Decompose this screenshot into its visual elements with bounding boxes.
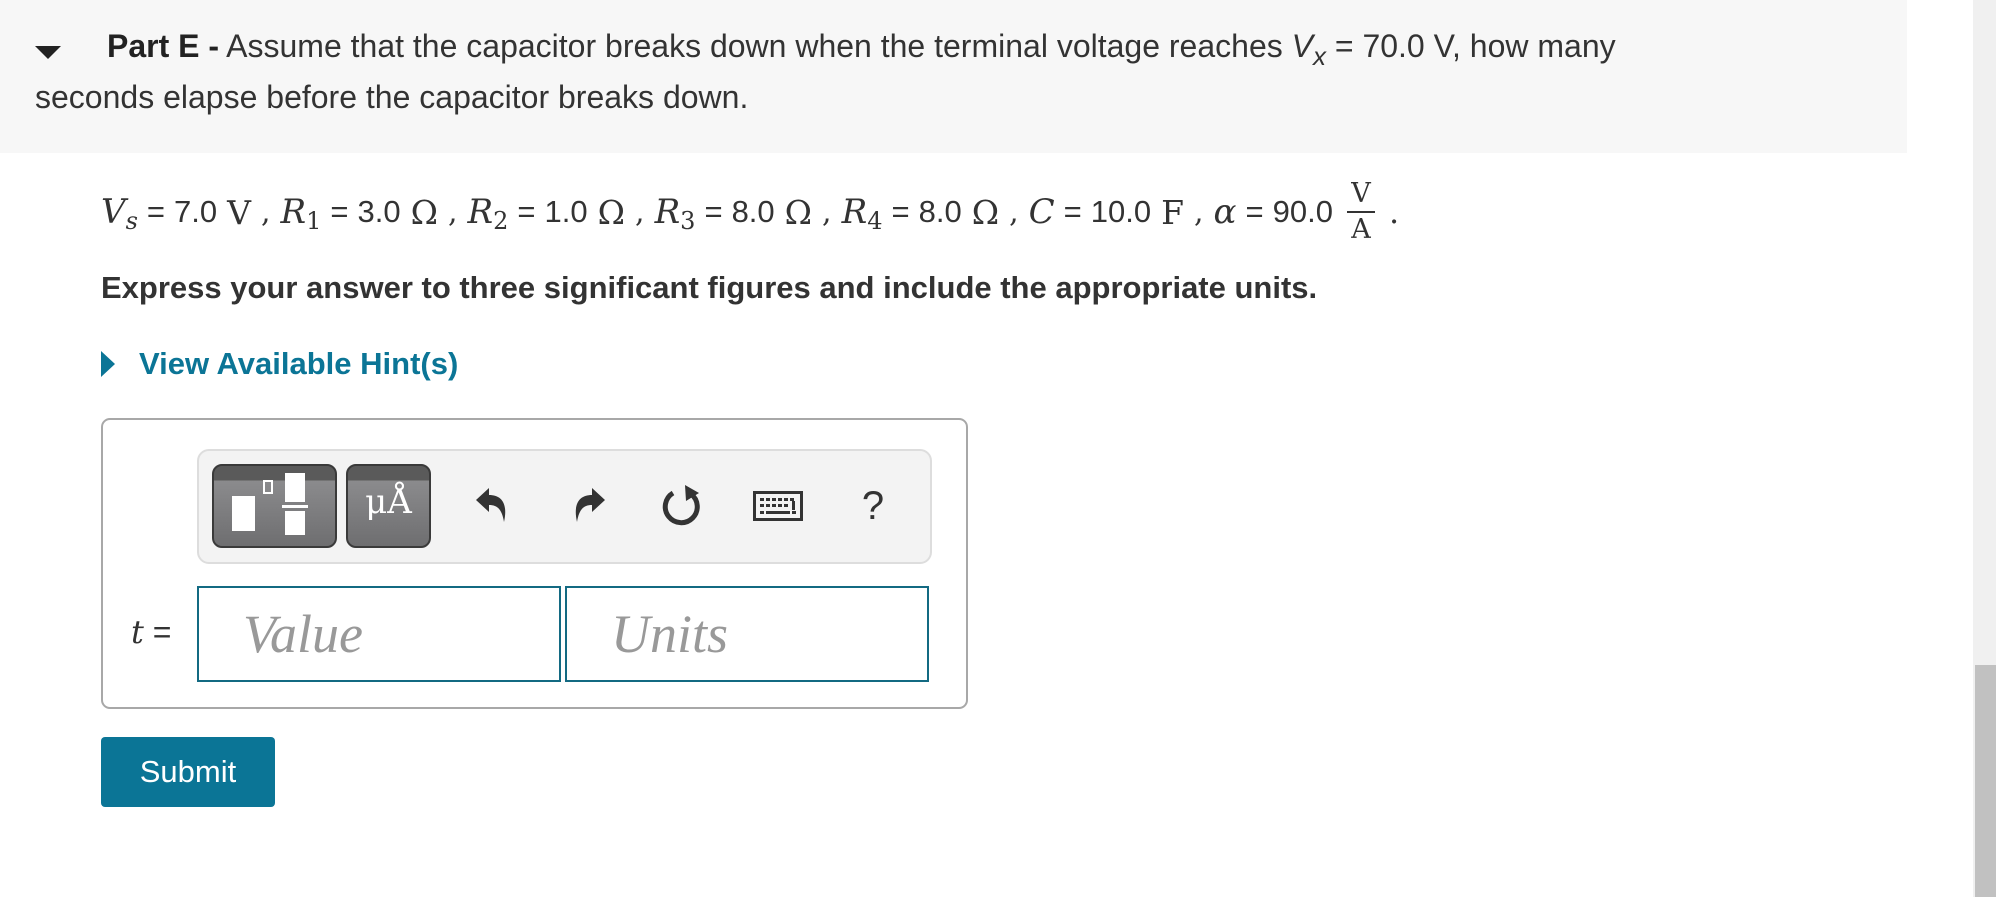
submit-button[interactable]: Submit: [101, 737, 275, 807]
part-label: Part E -: [107, 28, 220, 64]
given-unit: V: [227, 192, 251, 232]
redo-icon: [575, 488, 605, 522]
question-var: V: [1291, 28, 1313, 64]
given-value: 8.0: [731, 194, 775, 229]
instructions: Express your answer to three significant…: [101, 270, 1318, 305]
fraction-bar: [1346, 211, 1375, 213]
answer-equals: =: [152, 614, 172, 650]
template-numerator-icon: [285, 473, 305, 502]
question-text-line-2: seconds elapse before the capacitor brea…: [35, 79, 749, 115]
question-text-b: = 70.0 V, how many: [1325, 28, 1616, 64]
given-separator: ,: [635, 194, 645, 230]
template-base-icon: [232, 496, 255, 531]
value-input[interactable]: [197, 586, 561, 682]
expand-triangle-icon: [101, 351, 115, 377]
given-item: R 4 = 8.0 Ω: [841, 192, 1000, 235]
view-hints-link[interactable]: View Available Hint(s): [101, 346, 458, 382]
given-value: 10.0: [1090, 194, 1152, 229]
given-unit: Ω: [784, 192, 813, 232]
given-equals: =: [1063, 194, 1082, 229]
keyboard-button[interactable]: [753, 481, 803, 531]
question-header: Part E - Assume that the capacitor break…: [0, 0, 1907, 153]
given-value: 8.0: [918, 194, 962, 229]
given-symbol: C: [1028, 192, 1055, 232]
collapse-caret-icon[interactable]: [35, 46, 61, 59]
given-separator: ,: [260, 194, 271, 230]
given-item: C = 10.0 F: [1029, 192, 1184, 232]
help-button[interactable]: ?: [848, 481, 898, 531]
given-item: R 1 = 3.0 Ω: [280, 192, 438, 235]
given-equals: =: [146, 194, 165, 229]
given-item: Vs = 7.0 V: [101, 192, 251, 235]
template-exponent-icon: [263, 480, 273, 494]
given-subscript: 1: [306, 207, 322, 235]
given-unit: Ω: [971, 192, 1000, 232]
given-value: 3.0: [357, 194, 401, 229]
units-glyph: μÅ: [365, 482, 412, 522]
template-denominator-icon: [285, 511, 305, 535]
answer-variable-label: t =: [131, 613, 171, 651]
given-unit: Ω: [410, 192, 438, 232]
given-equals: =: [517, 194, 536, 229]
given-value: 90.0: [1272, 194, 1333, 229]
answer-box: μÅ ? t = Value Units: [101, 418, 968, 709]
given-separator: ,: [1194, 194, 1204, 230]
given-separator: ,: [822, 194, 832, 230]
given-equals: =: [891, 194, 910, 229]
given-unit-fraction: VA: [1346, 178, 1375, 245]
reset-icon: [662, 485, 700, 526]
math-toolbar: μÅ ?: [197, 449, 932, 564]
unit-numerator: V: [1351, 178, 1371, 209]
given-item: R 2 = 1.0 Ω: [467, 192, 626, 235]
given-value: 7.0: [174, 194, 218, 229]
templates-button[interactable]: [212, 464, 337, 548]
view-hints-label: View Available Hint(s): [139, 346, 459, 381]
redo-button[interactable]: [563, 481, 613, 531]
undo-button[interactable]: [468, 481, 518, 531]
given-item: R 3 = 8.0 Ω: [654, 192, 813, 235]
scrollbar-thumb[interactable]: [1975, 665, 1996, 897]
question-text-line-1: Part E - Assume that the capacitor break…: [107, 26, 1616, 71]
template-fraction-bar-icon: [282, 505, 308, 508]
given-symbol: R: [841, 192, 868, 232]
given-equals: =: [330, 194, 349, 229]
given-separator: ,: [1009, 194, 1019, 230]
given-symbol: R: [654, 192, 681, 232]
reset-button[interactable]: [658, 481, 708, 531]
given-subscript: 4: [867, 207, 883, 235]
given-symbol: V: [101, 192, 126, 232]
given-value: 1.0: [544, 194, 588, 229]
given-equals: =: [704, 194, 723, 229]
given-unit: Ω: [597, 192, 626, 232]
answer-variable: t: [131, 613, 144, 651]
given-symbol: α: [1213, 192, 1237, 232]
given-symbol: R: [280, 192, 307, 232]
keyboard-icon: [753, 491, 803, 521]
given-subscript: 3: [680, 207, 696, 235]
units-input[interactable]: [565, 586, 929, 682]
given-unit: F: [1161, 192, 1184, 232]
help-icon: ?: [861, 483, 885, 528]
question-text-a: Assume that the capacitor breaks down wh…: [219, 28, 1292, 64]
given-separator: ,: [447, 194, 458, 230]
given-subscript: 2: [493, 207, 509, 235]
given-subscript: s: [125, 207, 138, 235]
undo-icon: [476, 488, 506, 522]
given-terminator: .: [1388, 193, 1400, 231]
units-button[interactable]: μÅ: [346, 464, 431, 548]
question-var-subscript: x: [1312, 41, 1326, 71]
given-equals: =: [1245, 194, 1264, 229]
given-symbol: R: [467, 192, 494, 232]
given-values: Vs = 7.0 V, R 1 = 3.0 Ω, R 2 = 1.0 Ω, R 3 = 8.0 Ω, R 4 = 8.0 Ω,…: [101, 172, 1399, 252]
unit-denominator: A: [1351, 214, 1371, 245]
given-item: α = 90.0 V A: [1214, 179, 1375, 245]
